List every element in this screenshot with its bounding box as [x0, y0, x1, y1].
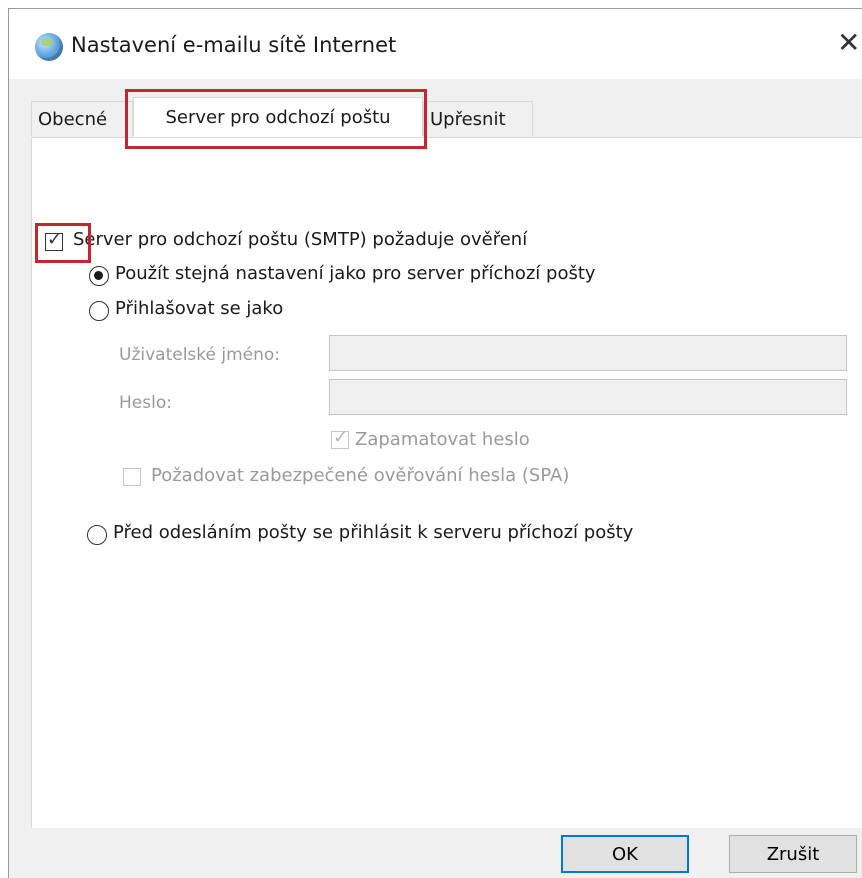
username-field[interactable] [329, 335, 847, 371]
globe-icon [35, 33, 63, 61]
remember-password-label: Zapamatovat heslo [355, 429, 530, 450]
log-on-using-radio[interactable] [89, 301, 109, 321]
cancel-button[interactable]: Zrušit [729, 835, 857, 873]
password-label: Heslo: [119, 393, 172, 413]
smtp-auth-label: Server pro odchozí poštu (SMTP) požaduje… [73, 229, 528, 250]
tab-general[interactable]: Obecné [31, 101, 133, 136]
dialog-body: Obecné Server pro odchozí poštu Upřesnit… [9, 79, 862, 878]
dialog-title: Nastavení e-mailu sítě Internet [71, 33, 397, 57]
password-field[interactable] [329, 379, 847, 415]
ok-button[interactable]: OK [561, 835, 689, 873]
checkbox-highlight-box [35, 223, 91, 263]
tab-advanced[interactable]: Upřesnit [423, 101, 533, 136]
tab-outgoing-server[interactable]: Server pro odchozí poštu [133, 97, 423, 137]
log-on-before-radio[interactable] [87, 525, 107, 545]
radio-selected-dot [94, 271, 103, 280]
require-spa-checkbox[interactable] [123, 468, 141, 486]
close-icon[interactable]: ✕ [837, 29, 860, 57]
title-bar: Nastavení e-mailu sítě Internet ✕ [9, 9, 862, 79]
same-settings-label: Použít stejná nastavení jako pro server … [115, 263, 596, 284]
username-label: Uživatelské jméno: [119, 345, 281, 365]
same-settings-radio[interactable] [89, 266, 109, 286]
require-spa-label: Požadovat zabezpečené ověřování hesla (S… [151, 465, 570, 486]
remember-password-checkbox[interactable]: ✓ [331, 427, 349, 449]
log-on-before-label: Před odesláním pošty se přihlásit k serv… [113, 522, 634, 543]
check-icon: ✓ [333, 427, 349, 448]
email-settings-dialog: Nastavení e-mailu sítě Internet ✕ Obecné… [8, 8, 862, 878]
tab-strip: Obecné Server pro odchozí poštu Upřesnit [9, 97, 862, 137]
log-on-using-label: Přihlašovat se jako [115, 298, 284, 319]
